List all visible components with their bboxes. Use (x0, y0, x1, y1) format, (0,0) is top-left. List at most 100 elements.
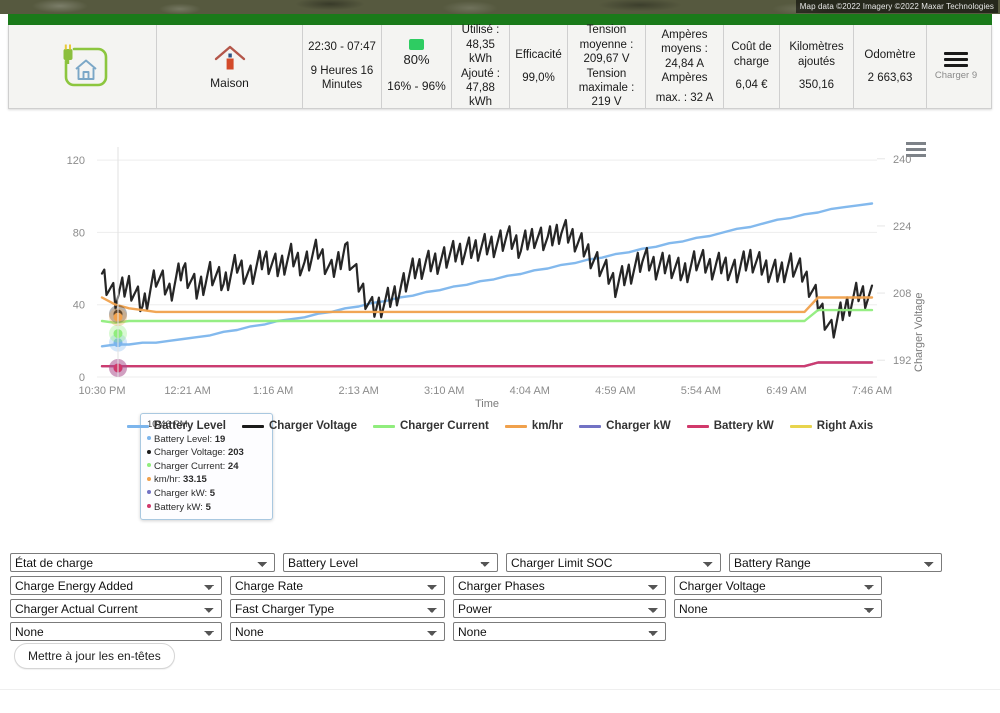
chart-x-axis: 10:30 PM 12:21 AM 1:16 AM 2:13 AM 3:10 AM 4:0… (78, 385, 892, 397)
select-etat-de-charge[interactable]: État de charge (10, 553, 275, 572)
charge-summary-bar: Maison 22:30 - 07:47 9 Heures 16 Minutes… (8, 24, 992, 109)
efficiency-cell: Efficacité 99,0% (510, 25, 568, 108)
soc-cell: 80% 16% - 96% (382, 25, 452, 108)
added-label: Ajouté : (461, 67, 500, 80)
chart-plot-area: 0 40 80 120 192 208 224 240 10:30 PM 12:21 AM 1:… (67, 147, 925, 410)
map-image-strip: Map data ©2022 Imagery ©2022 Maxar Techn… (0, 0, 1000, 14)
select-battery-level[interactable]: Battery Level (283, 553, 498, 572)
select-row: None None None (10, 622, 990, 641)
page-bottom-area (0, 689, 1000, 713)
max-voltage-value: 219 V (591, 96, 622, 109)
hamburger-menu-icon[interactable] (944, 51, 968, 67)
charger-label: Charger 9 (934, 69, 978, 81)
legend-swatch (126, 424, 149, 428)
legend-item-charger-current[interactable]: Charger Current (372, 420, 489, 432)
select-none-b[interactable]: None (230, 622, 445, 641)
tooltip-series-dot (147, 476, 151, 481)
chart-line-battery-level (100, 202, 874, 348)
update-headers-button[interactable]: Mettre à jour les en-têtes (14, 643, 175, 669)
select-none-r3[interactable]: None (674, 599, 882, 618)
chart-xtick: 3:10 AM (424, 385, 464, 397)
legend-item-km-hr[interactable]: km/hr (504, 420, 564, 432)
chart-ytick-right: 208 (893, 288, 911, 300)
cost-value: 6,04 € (735, 79, 768, 92)
legend-swatch (504, 424, 527, 428)
select-row: Charge Energy Added Charge Rate Charger Ph… (10, 576, 990, 595)
chart-ytick-left: 40 (73, 300, 85, 312)
legend-item-battery-kw[interactable]: Battery kW (686, 420, 774, 432)
legend-swatch (789, 424, 812, 428)
select-charger-actual-current[interactable]: Charger Actual Current (10, 599, 222, 618)
km-added-label: Kilomètres ajoutés (789, 41, 844, 68)
cost-label: Coût de charge (731, 41, 772, 68)
time-range-cell: 22:30 - 07:47 9 Heures 16 Minutes (303, 25, 382, 108)
legend-label: Right Axis (816, 420, 874, 432)
chart-xtick: 4:04 AM (510, 385, 550, 397)
voltage-cell: Tension moyenne : 209,67 V Tension maxim… (568, 24, 646, 109)
chart-ytick-left: 0 (79, 372, 85, 384)
chart-ytick-right: 240 (893, 154, 911, 166)
odometer-cell: Odomètre 2 663,63 (854, 25, 927, 108)
header-select-grid: État de charge Battery Level Charger Limit… (10, 553, 990, 645)
home-icon (214, 45, 245, 69)
legend-label: Battery kW (713, 420, 774, 432)
legend-label: Charger Voltage (269, 420, 357, 432)
select-charge-rate[interactable]: Charge Rate (230, 576, 445, 595)
max-amps-value: max. : 32 A (655, 91, 714, 104)
select-charger-voltage[interactable]: Charger Voltage (674, 576, 882, 595)
chart-series (100, 202, 874, 368)
select-battery-range[interactable]: Battery Range (729, 553, 942, 572)
select-charge-energy-added[interactable]: Charge Energy Added (10, 576, 222, 595)
select-power[interactable]: Power (453, 599, 666, 618)
tooltip-series-dot (147, 504, 151, 509)
odometer-label: Odomètre (864, 48, 916, 61)
soc-target-value: 80% (403, 51, 430, 67)
chart-xtick: 4:59 AM (595, 385, 635, 397)
tooltip-rows: Battery Level: 19 Charger Voltage: 203 Cha… (147, 433, 267, 515)
select-charger-phases[interactable]: Charger Phases (453, 576, 666, 595)
efficiency-value: 99,0% (522, 72, 555, 84)
legend-item-right-axis[interactable]: Right Axis (789, 420, 874, 432)
amperage-cell: Ampères moyens : 24,84 A Ampères max. : … (646, 25, 724, 108)
energy-cell: Utilisé : 48,35 kWh Ajouté : 47,88 kWh (452, 24, 510, 109)
chart-ytick-right: 192 (893, 355, 911, 367)
legend-label: Battery Level (153, 420, 226, 432)
used-value: 48,35 kWh (466, 38, 495, 66)
legend-label: km/hr (531, 420, 564, 432)
chart-xtick: 1:16 AM (253, 385, 293, 397)
select-none-a[interactable]: None (10, 622, 222, 641)
select-charger-limit-soc[interactable]: Charger Limit SOC (506, 553, 721, 572)
legend-item-charger-kw[interactable]: Charger kW (579, 420, 671, 432)
chart-xtick: 7:46 AM (852, 385, 892, 397)
cost-cell: Coût de charge 6,04 € (724, 25, 780, 108)
tooltip-series-value: 5 (205, 501, 211, 513)
tooltip-series-label: Battery Level: (154, 433, 215, 445)
tooltip-row: Battery kW: 5 (147, 501, 267, 515)
legend-item-battery-level[interactable]: Battery Level (126, 420, 226, 432)
avg-voltage-value: 209,67 V (583, 53, 630, 66)
chart-ytick-left: 80 (73, 227, 85, 239)
soc-range-value: 16% - 96% (387, 79, 446, 94)
tooltip-series-dot (147, 463, 151, 468)
tooltip-series-label: Charger kW: (154, 487, 210, 499)
legend-swatch (242, 424, 264, 428)
select-row: Charger Actual Current Fast Charger Type P… (10, 599, 990, 618)
tooltip-series-dot (147, 490, 151, 495)
efficiency-label: Efficacité (515, 48, 562, 61)
tooltip-series-label: Charger Current: (154, 460, 228, 472)
tooltip-row: Battery Level: 19 (147, 433, 267, 447)
select-fast-charger-type[interactable]: Fast Charger Type (230, 599, 445, 618)
green-accent-bar (8, 14, 992, 25)
plug-house-icon-cell (9, 25, 157, 108)
tooltip-series-label: km/hr: (154, 474, 184, 486)
chart-ytick-left: 120 (67, 155, 85, 167)
tooltip-series-value: 33.15 (183, 474, 207, 486)
chart-legend: Battery Level Charger Voltage Charger Curr… (0, 420, 1000, 432)
tooltip-series-dot (147, 449, 151, 454)
select-row: État de charge Battery Level Charger Limit… (10, 553, 990, 572)
select-none-c[interactable]: None (453, 622, 666, 641)
tooltip-series-label: Battery kW: (154, 501, 206, 513)
legend-item-charger-voltage[interactable]: Charger Voltage (242, 420, 357, 432)
summary-menu-cell[interactable]: Charger 9 (927, 25, 985, 108)
added-value: 47,88 kWh (466, 81, 495, 109)
